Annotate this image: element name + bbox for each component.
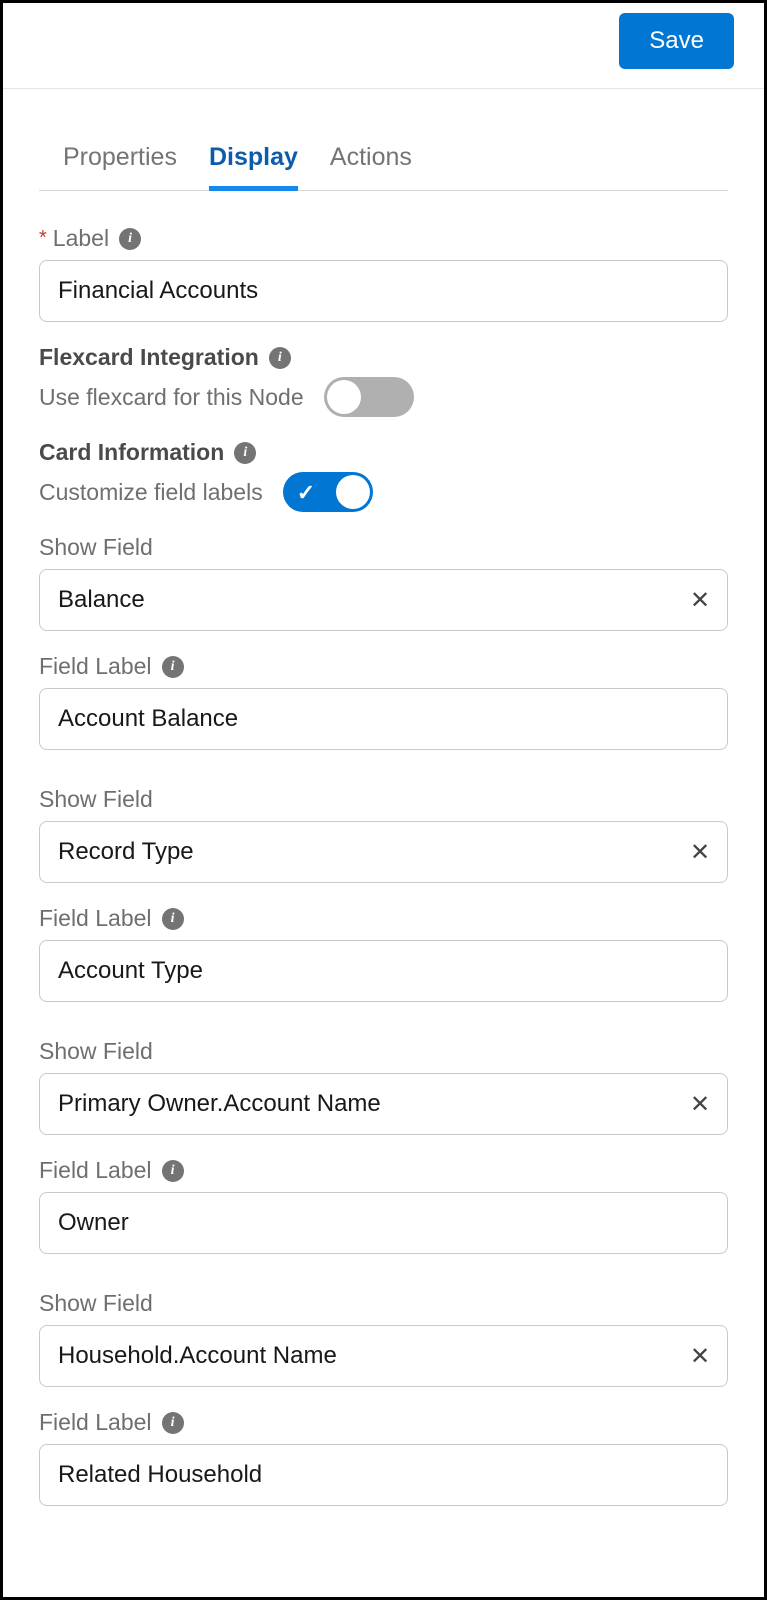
show-field-label: Show Field xyxy=(39,1038,153,1065)
info-icon[interactable]: i xyxy=(234,442,256,464)
tab-display[interactable]: Display xyxy=(209,129,298,191)
toggle-flexcard[interactable] xyxy=(324,377,414,417)
field-label-label: Field Label xyxy=(39,653,152,680)
close-icon[interactable]: ✕ xyxy=(686,1090,714,1118)
close-icon[interactable]: ✕ xyxy=(686,838,714,866)
show-field-input-3[interactable] xyxy=(39,1325,728,1387)
show-field-label: Show Field xyxy=(39,786,153,813)
show-field-label: Show Field xyxy=(39,1290,153,1317)
tab-actions[interactable]: Actions xyxy=(330,129,412,190)
show-field-input-0[interactable] xyxy=(39,569,728,631)
label-title: Label xyxy=(53,225,109,252)
info-icon[interactable]: i xyxy=(119,228,141,250)
save-button[interactable]: Save xyxy=(619,13,734,69)
check-icon: ✓ xyxy=(297,480,315,506)
field-label-input-3[interactable] xyxy=(39,1444,728,1506)
toggle-label-flexcard: Use flexcard for this Node xyxy=(39,384,304,411)
section-cardinfo: Card Information xyxy=(39,439,224,466)
show-field-label: Show Field xyxy=(39,534,153,561)
toggle-customize[interactable]: ✓ xyxy=(283,472,373,512)
info-icon[interactable]: i xyxy=(162,1412,184,1434)
field-label-label: Field Label xyxy=(39,905,152,932)
field-label-input-0[interactable] xyxy=(39,688,728,750)
required-indicator: * xyxy=(39,227,47,250)
show-field-input-1[interactable] xyxy=(39,821,728,883)
info-icon[interactable]: i xyxy=(269,347,291,369)
label-input[interactable] xyxy=(39,260,728,322)
info-icon[interactable]: i xyxy=(162,656,184,678)
toggle-label-customize: Customize field labels xyxy=(39,479,263,506)
section-flexcard: Flexcard Integration xyxy=(39,344,259,371)
info-icon[interactable]: i xyxy=(162,1160,184,1182)
field-label-label: Field Label xyxy=(39,1409,152,1436)
field-label-input-1[interactable] xyxy=(39,940,728,1002)
close-icon[interactable]: ✕ xyxy=(686,1342,714,1370)
show-field-input-2[interactable] xyxy=(39,1073,728,1135)
field-label-input-2[interactable] xyxy=(39,1192,728,1254)
tab-bar: Properties Display Actions xyxy=(39,129,728,191)
tab-properties[interactable]: Properties xyxy=(63,129,177,190)
close-icon[interactable]: ✕ xyxy=(686,586,714,614)
field-label-label: Field Label xyxy=(39,1157,152,1184)
info-icon[interactable]: i xyxy=(162,908,184,930)
